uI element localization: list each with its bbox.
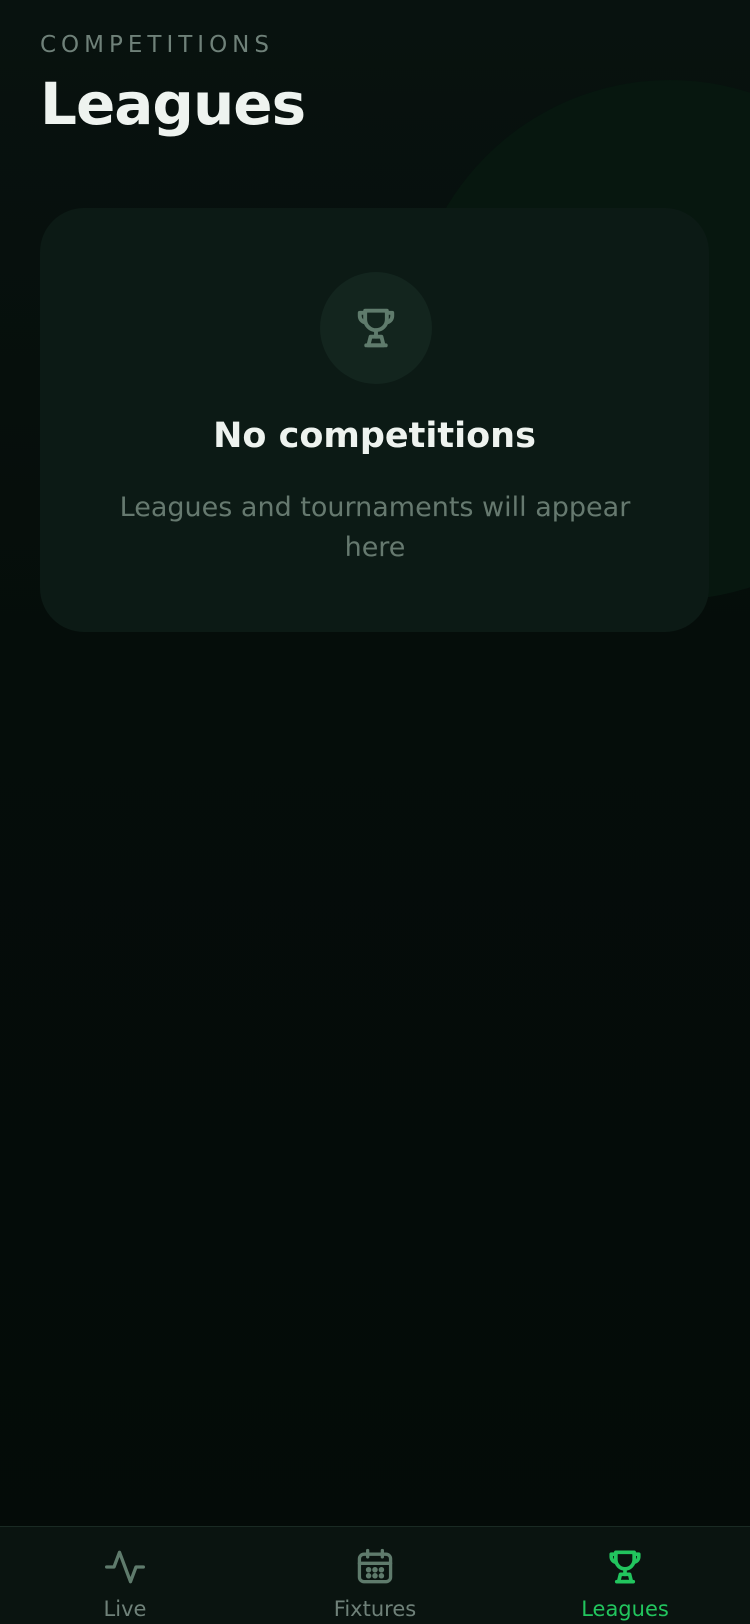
- tab-fixtures-label: Fixtures: [333, 1597, 417, 1621]
- page-eyebrow: COMPETITIONS: [40, 32, 274, 58]
- tab-live-label: Live: [103, 1597, 147, 1621]
- tab-live[interactable]: Live: [0, 1527, 250, 1624]
- activity-icon: [103, 1545, 147, 1589]
- tab-leagues-label: Leagues: [581, 1597, 669, 1621]
- tab-fixtures[interactable]: Fixtures: [250, 1527, 500, 1624]
- empty-state-title: No competitions: [213, 416, 536, 456]
- page-title: Leagues: [40, 70, 306, 138]
- trophy-icon: [603, 1545, 647, 1589]
- tab-leagues[interactable]: Leagues: [500, 1527, 750, 1624]
- empty-state-card: No competitions Leagues and tournaments …: [40, 208, 709, 632]
- trophy-icon: [357, 308, 395, 348]
- bottom-tab-bar: Live Fixtures Leagues: [0, 1526, 750, 1624]
- calendar-icon: [353, 1545, 397, 1589]
- app-screen: COMPETITIONS Leagues No competitions Lea…: [0, 0, 750, 1624]
- empty-state-subtitle: Leagues and tournaments will appear here: [119, 492, 631, 563]
- empty-state-icon-circle: [320, 272, 432, 384]
